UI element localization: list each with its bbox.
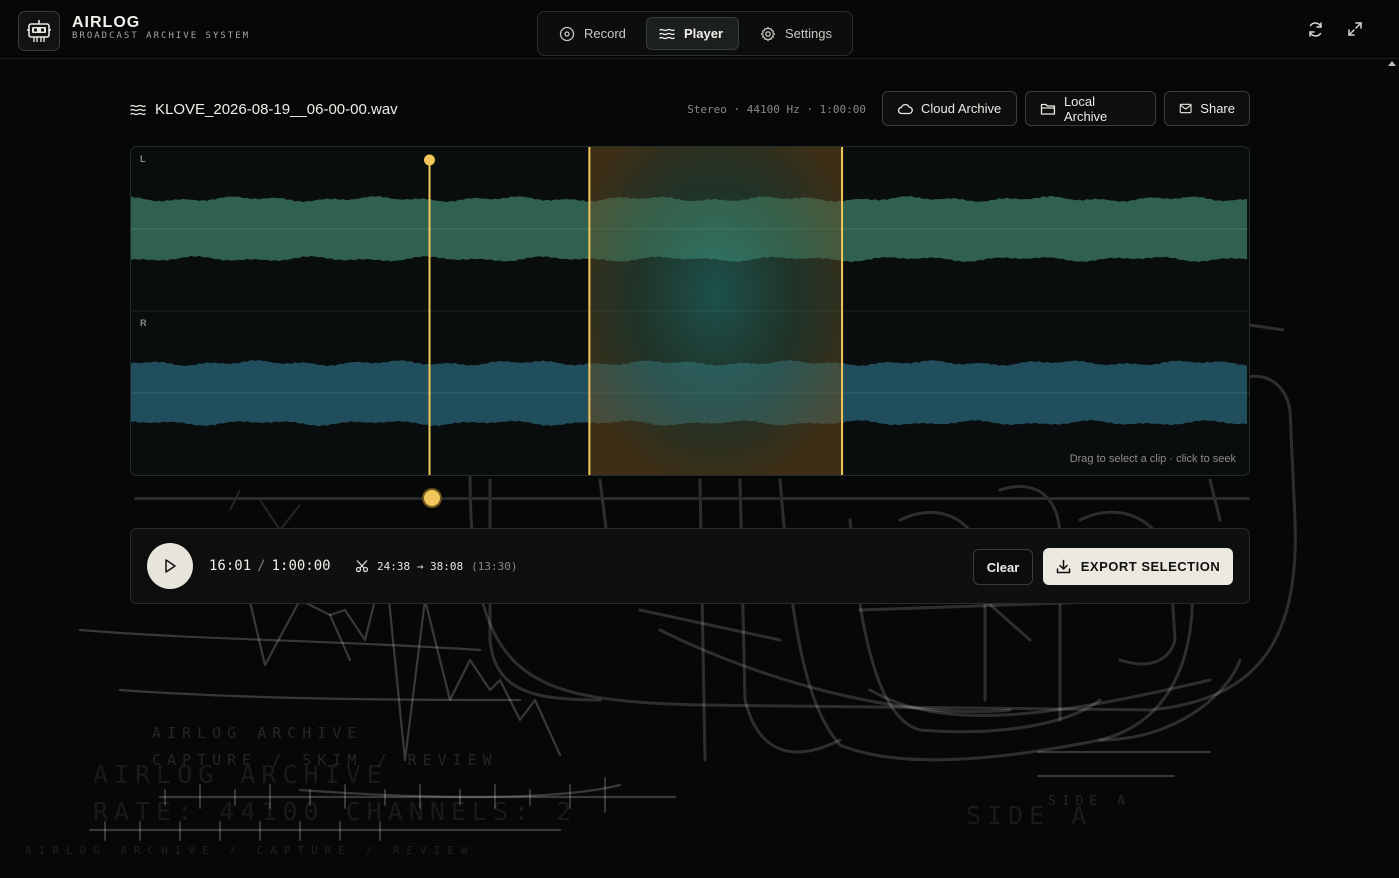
expand-icon	[1348, 22, 1362, 36]
selection-end-time: 38:08	[430, 559, 464, 573]
waveform-hint: Drag to select a clip · click to seek	[1069, 453, 1236, 465]
share-label: Share	[1200, 101, 1235, 116]
bg-text-archive: AIRLOG ARCHIVE	[152, 724, 363, 742]
brand-title: AIRLOG	[72, 14, 141, 31]
refresh-button[interactable]	[1305, 19, 1325, 39]
time-separator: /	[257, 558, 266, 574]
clear-button[interactable]: Clear	[973, 549, 1033, 585]
top-bar: AIRLOG BROADCAST ARCHIVE SYSTEM Record P…	[0, 0, 1399, 59]
file-meta: Stereo · 44100 Hz · 1:00:00	[687, 103, 866, 116]
local-archive-button[interactable]: Local Archive	[1025, 91, 1156, 126]
right-channel-label: R	[140, 318, 147, 328]
disc-icon	[559, 26, 575, 41]
file-header: KLOVE_2026-08-19__06-00-00.wav Stereo · …	[130, 91, 1250, 129]
current-time: 16:01	[209, 558, 252, 574]
download-icon	[1056, 559, 1071, 574]
refresh-icon	[1308, 21, 1322, 37]
export-selection-label: EXPORT SELECTION	[1080, 559, 1221, 574]
export-selection-button[interactable]: EXPORT SELECTION	[1043, 548, 1233, 585]
waveform-canvas[interactable]	[131, 147, 1249, 475]
selection-start-time: 24:38	[377, 559, 411, 573]
seek-slider-thumb[interactable]	[423, 490, 440, 506]
selection-info: 24:38 → 38:08 (13:30)	[355, 559, 517, 573]
selection-duration: (13:30)	[471, 559, 518, 573]
scissors-icon	[355, 560, 369, 573]
gear-icon	[760, 26, 776, 41]
transport-bar: 16:01 / 1:00:00 24:38 → 38:08 (13:30) Clea…	[130, 528, 1250, 604]
scrollbar-up-arrow[interactable]	[1388, 61, 1396, 66]
cloud-icon	[897, 103, 913, 114]
brand-subtitle: BROADCAST ARCHIVE SYSTEM	[72, 31, 251, 41]
mail-icon	[1179, 103, 1192, 114]
share-button[interactable]: Share	[1164, 91, 1250, 126]
playback-time: 16:01 / 1:00:00	[209, 558, 331, 574]
waves-icon	[659, 28, 675, 39]
selection-arrow: →	[416, 559, 424, 573]
cloud-archive-button[interactable]: Cloud Archive	[882, 91, 1017, 126]
seek-slider[interactable]	[134, 490, 1250, 506]
total-time: 1:00:00	[271, 558, 331, 574]
playhead-handle[interactable]	[424, 154, 436, 166]
logo	[18, 11, 60, 51]
bg-text-rate: RATE: 44100 CHANNELS: 2	[93, 797, 578, 826]
waves-icon	[130, 104, 146, 116]
folder-icon	[1040, 103, 1056, 115]
tab-player[interactable]: Player	[646, 17, 739, 50]
play-icon	[165, 559, 176, 573]
selection-region[interactable]	[589, 147, 843, 475]
tab-settings[interactable]: Settings	[748, 17, 844, 50]
fullscreen-button[interactable]	[1345, 19, 1365, 39]
tab-record[interactable]: Record	[547, 17, 638, 50]
bg-text-side-large: SIDE A	[966, 801, 1093, 830]
tab-record-label: Record	[584, 26, 626, 41]
bg-text-footer: AIRLOG ARCHIVE / CAPTURE / REVIEW	[25, 844, 475, 857]
tab-settings-label: Settings	[785, 26, 832, 41]
main-nav: Record Player Settings	[537, 11, 853, 56]
robot-logo-icon	[27, 20, 51, 42]
waveform-panel[interactable]: L R Drag to select a clip · click to see…	[130, 146, 1250, 476]
bg-text-archive-large: AIRLOG ARCHIVE	[93, 760, 388, 789]
cloud-archive-label: Cloud Archive	[921, 101, 1002, 116]
play-button[interactable]	[147, 543, 193, 589]
left-channel-label: L	[140, 154, 146, 164]
tab-player-label: Player	[684, 26, 724, 41]
local-archive-label: Local Archive	[1063, 93, 1108, 124]
file-name: KLOVE_2026-08-19__06-00-00.wav	[155, 101, 398, 118]
